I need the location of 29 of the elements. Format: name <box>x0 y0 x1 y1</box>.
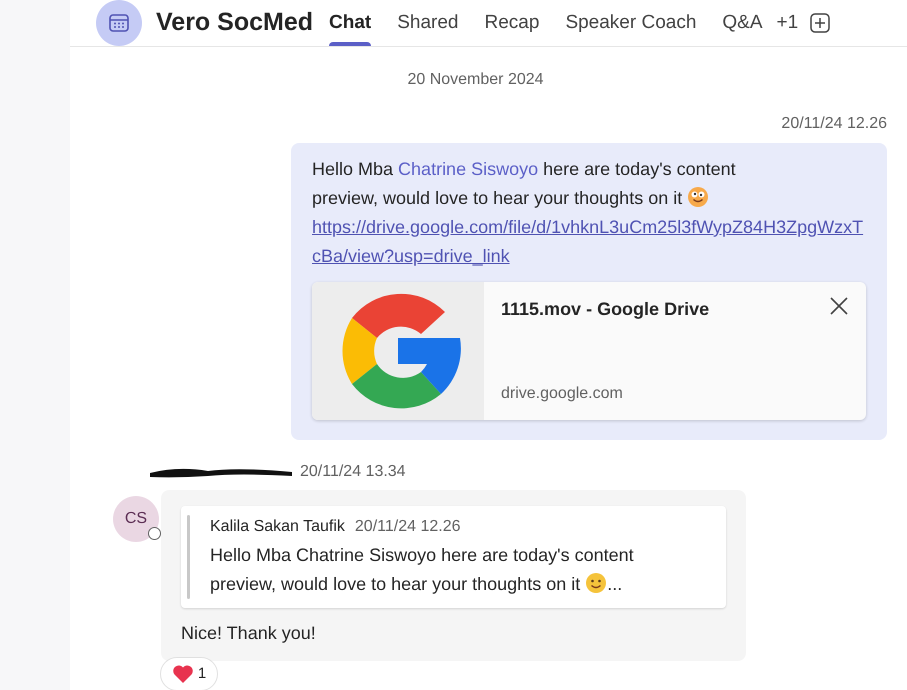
message-text: Hello Mba Chatrine Siswoyo here are today's content preview, would love to hear your thoughts on it <box>312 158 737 210</box>
tab[interactable]: Recap <box>484 0 540 46</box>
tab[interactable]: Shared <box>397 0 459 46</box>
quoted-message[interactable]: Kalila Sakan Taufik 20/11/24 12.26 Hello Mba Chatrine Siswoyo here are today's content preview, would love to hear your thoughts on it ... <box>181 506 726 608</box>
quote-time: 20/11/24 12.26 <box>354 517 460 537</box>
drive-link[interactable]: https://drive.google.com/file/d/1vhknL3uCm25l3fWypZ84H3ZpgWzxTcBa/view?usp=drive_link <box>312 213 866 271</box>
more-tabs-button[interactable]: +1 <box>776 8 798 38</box>
tab[interactable]: Q&A <box>722 0 763 46</box>
message-text: Nice! Thank you! <box>181 622 317 645</box>
tab[interactable]: Speaker Coach <box>565 0 696 46</box>
heart-icon <box>172 664 194 684</box>
preview-title: 1115.mov - Google Drive <box>501 298 710 321</box>
avatar[interactable]: CS <box>113 496 159 542</box>
mention-link[interactable]: Chatrine Siswoyo <box>398 159 538 179</box>
message-time: 20/11/24 13.34 <box>300 462 406 482</box>
preview-domain: drive.google.com <box>501 384 624 404</box>
quote-author: Kalila Sakan Taufik <box>210 517 345 537</box>
emoji-icon <box>687 186 710 208</box>
add-tab-icon[interactable] <box>810 13 830 33</box>
quote-text: Hello Mba Chatrine Siswoyo here are today's content preview, would love to hear your thoughts on it ... <box>210 544 635 596</box>
heart-reaction[interactable]: 1 <box>160 657 218 690</box>
date-divider: 20 November 2024 <box>407 70 544 90</box>
close-icon[interactable] <box>829 296 849 316</box>
link-preview-card[interactable]: 1115.mov - Google Drive drive.google.com <box>312 282 866 420</box>
emoji-icon <box>585 572 608 594</box>
tab[interactable]: Chat <box>329 0 372 46</box>
chat-title: Vero SocMed <box>156 7 313 38</box>
calendar-icon <box>108 12 130 34</box>
message-time: 20/11/24 12.26 <box>781 114 887 134</box>
